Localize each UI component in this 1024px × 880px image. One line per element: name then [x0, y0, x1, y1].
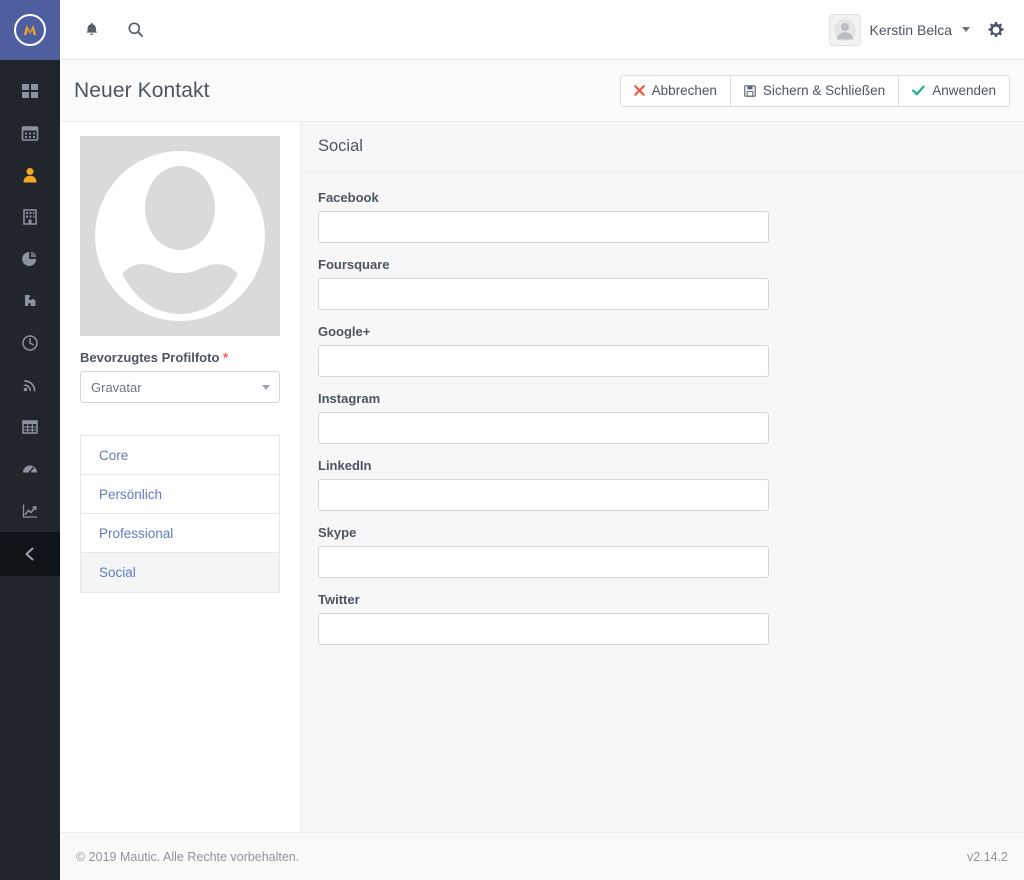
tab-personal-label: Persönlich	[99, 486, 163, 502]
calendar-icon	[21, 124, 39, 142]
linkedin-label: LinkedIn	[318, 458, 372, 473]
contact-side-panel: Bevorzugtes Profilfoto * Gravatar Core P…	[60, 122, 301, 832]
contact-placeholder-avatar-icon	[95, 151, 265, 321]
tab-core[interactable]: Core	[81, 436, 279, 475]
preferred-profile-image-select[interactable]: Gravatar	[80, 371, 280, 403]
search-icon[interactable]	[122, 17, 148, 43]
user-menu[interactable]: Kerstin Belca	[828, 13, 970, 46]
instagram-input[interactable]	[318, 412, 769, 444]
page-title: Neuer Kontakt	[74, 78, 210, 102]
sidebar-item-dashboard[interactable]	[0, 70, 60, 112]
save-and-close-button-label: Sichern & Schließen	[762, 83, 886, 98]
top-navbar: Kerstin Belca	[60, 0, 1024, 60]
mautic-app-window: Kerstin Belca Neuer Kontakt Abbrechen Si…	[0, 0, 1024, 880]
field-row-instagram: Instagram	[318, 391, 1008, 444]
table-icon	[21, 418, 39, 436]
main-sidebar	[0, 0, 60, 880]
user-icon	[21, 166, 39, 184]
field-row-linkedin: LinkedIn	[318, 458, 1008, 511]
user-name-label: Kerstin Belca	[869, 21, 952, 38]
foursquare-label: Foursquare	[318, 257, 390, 272]
sidebar-item-reports[interactable]	[0, 448, 60, 490]
avatar	[828, 13, 861, 46]
googleplus-input[interactable]	[318, 345, 769, 377]
gauge-icon	[21, 460, 39, 478]
skype-input[interactable]	[318, 546, 769, 578]
rss-icon	[21, 376, 39, 394]
social-form-fields: Facebook Foursquare Google+ Instagram Li	[302, 172, 1024, 645]
gear-icon[interactable]	[984, 18, 1008, 42]
caret-down-icon	[262, 384, 270, 390]
tab-social[interactable]: Social	[81, 553, 279, 592]
sidebar-item-analytics[interactable]	[0, 490, 60, 532]
sidebar-item-contacts[interactable]	[0, 154, 60, 196]
cancel-button-label: Abbrechen	[651, 83, 717, 98]
sidebar-item-points[interactable]	[0, 322, 60, 364]
save-and-close-button[interactable]: Sichern & Schließen	[730, 74, 900, 107]
twitter-input[interactable]	[318, 613, 769, 645]
clock-icon	[21, 334, 39, 352]
page-footer: © 2019 Mautic. Alle Rechte vorbehalten. …	[60, 832, 1024, 880]
preferred-profile-image-selected-value: Gravatar	[91, 379, 142, 395]
skype-label: Skype	[318, 525, 357, 540]
page-header-bar: Neuer Kontakt Abbrechen Sichern & Schlie…	[60, 60, 1024, 122]
sidebar-item-stages[interactable]	[0, 364, 60, 406]
sidebar-item-calendar[interactable]	[0, 112, 60, 154]
required-asterisk: *	[223, 350, 229, 365]
user-avatar-icon	[833, 18, 856, 41]
tab-professional[interactable]: Professional	[81, 514, 279, 553]
tab-social-label: Social	[99, 565, 136, 580]
mautic-logo-icon	[14, 14, 46, 46]
floppy-disk-icon	[744, 84, 756, 97]
field-row-facebook: Facebook	[318, 190, 1008, 243]
apply-button-label: Anwenden	[932, 83, 996, 98]
field-row-foursquare: Foursquare	[318, 257, 1008, 310]
tab-personal[interactable]: Persönlich	[81, 475, 279, 514]
linkedin-input[interactable]	[318, 479, 769, 511]
chevron-left-icon	[22, 546, 38, 562]
collapse-sidebar-button[interactable]	[0, 532, 60, 576]
tab-professional-label: Professional	[99, 525, 174, 541]
cancel-button[interactable]: Abbrechen	[619, 74, 731, 107]
times-icon	[633, 85, 645, 96]
preferred-profile-image-label-text: Bevorzugtes Profilfoto	[80, 350, 220, 365]
check-icon	[912, 85, 925, 96]
sidebar-item-segments[interactable]	[0, 238, 60, 280]
chevron-down-icon	[962, 27, 970, 32]
section-header: Social	[302, 122, 1024, 172]
copyright-text: © 2019 Mautic. Alle Rechte vorbehalten.	[76, 849, 300, 864]
field-row-twitter: Twitter	[318, 592, 1008, 645]
topbar-left-actions	[60, 17, 148, 43]
social-form-panel: Social Facebook Foursquare Google+ Insta…	[302, 122, 1024, 832]
version-label: v2.14.2	[966, 849, 1008, 864]
sidebar-item-forms[interactable]	[0, 406, 60, 448]
bell-icon[interactable]	[78, 17, 104, 43]
contact-field-group-tabs: Core Persönlich Professional Social	[80, 435, 280, 593]
sidebar-item-campaigns[interactable]	[0, 280, 60, 322]
field-row-skype: Skype	[318, 525, 1008, 578]
mautic-logo[interactable]	[0, 0, 60, 60]
googleplus-label: Google+	[318, 324, 371, 339]
pie-chart-icon	[21, 250, 39, 268]
facebook-input[interactable]	[318, 211, 769, 243]
preferred-profile-image-label: Bevorzugtes Profilfoto *	[80, 350, 280, 365]
contact-photo-preview[interactable]	[80, 136, 280, 336]
twitter-label: Twitter	[318, 592, 360, 607]
dashboard-grid-icon	[21, 82, 39, 100]
sidebar-nav-items	[0, 60, 60, 576]
tab-core-label: Core	[99, 447, 129, 463]
sidebar-item-companies[interactable]	[0, 196, 60, 238]
topbar-right-actions: Kerstin Belca	[828, 13, 1024, 46]
facebook-label: Facebook	[318, 190, 379, 205]
instagram-label: Instagram	[318, 391, 381, 406]
puzzle-piece-icon	[21, 292, 39, 310]
building-icon	[21, 208, 39, 226]
line-chart-icon	[21, 502, 39, 520]
content-area: Bevorzugtes Profilfoto * Gravatar Core P…	[60, 122, 1024, 832]
page-action-buttons: Abbrechen Sichern & Schließen Anwenden	[619, 74, 1010, 107]
field-row-googleplus: Google+	[318, 324, 1008, 377]
section-title: Social	[318, 137, 363, 155]
foursquare-input[interactable]	[318, 278, 769, 310]
apply-button[interactable]: Anwenden	[899, 74, 1010, 107]
